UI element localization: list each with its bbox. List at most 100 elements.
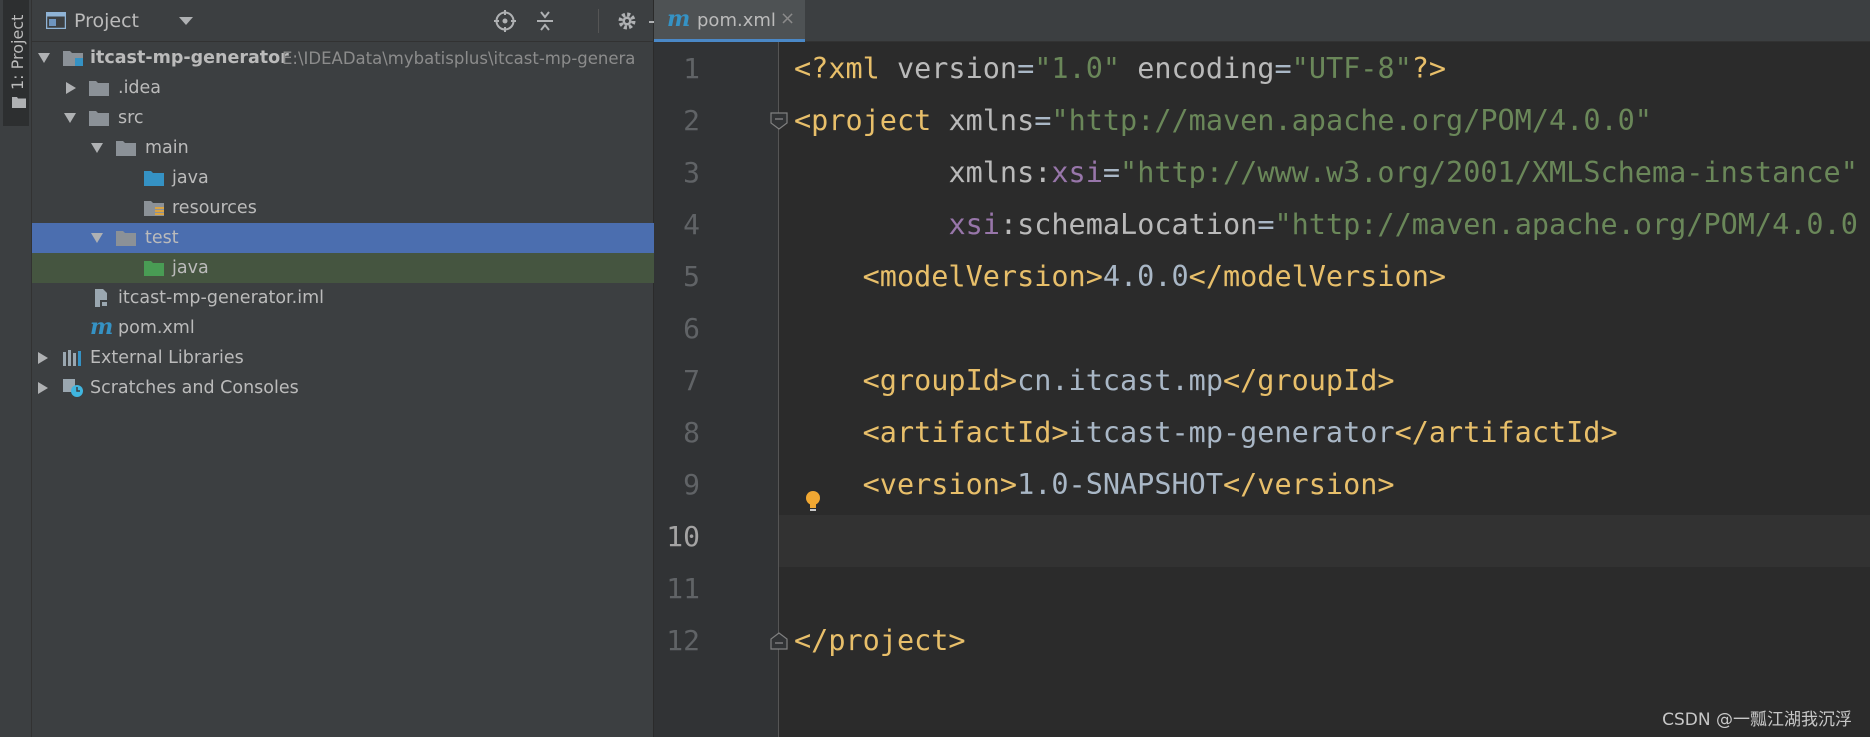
- tree-item-label: test: [145, 228, 179, 248]
- tree-item-label: itcast-mp-generator.iml: [118, 288, 324, 308]
- fold-marker-icon[interactable]: [770, 112, 788, 130]
- code-line[interactable]: <version>1.0-SNAPSHOT</version>: [794, 459, 1395, 511]
- tree-item-external-libraries[interactable]: External Libraries: [32, 343, 654, 373]
- code-line[interactable]: </project>: [794, 615, 966, 667]
- chevron-down-icon[interactable]: [91, 143, 103, 153]
- test-source-folder-icon: [144, 261, 164, 276]
- folder-icon: [12, 97, 26, 108]
- line-number: 2: [683, 104, 700, 137]
- line-number: 4: [683, 208, 700, 241]
- close-icon[interactable]: ×: [780, 8, 795, 30]
- source-folder-icon: [144, 171, 164, 186]
- chevron-down-icon[interactable]: [179, 17, 193, 25]
- code-line[interactable]: <modelVersion>4.0.0</modelVersion>: [794, 251, 1446, 303]
- code-line[interactable]: <artifactId>itcast-mp-generator</artifac…: [794, 407, 1618, 459]
- tree-item-label: resources: [172, 198, 257, 218]
- tree-item-src[interactable]: src: [32, 103, 654, 133]
- code-line[interactable]: <?xml version="1.0" encoding="UTF-8"?>: [794, 43, 1446, 95]
- line-number: 8: [683, 416, 700, 449]
- line-number: 1: [683, 52, 700, 85]
- tree-item-label: .idea: [118, 78, 162, 98]
- editor-area: m pom.xml × 1 2 3 4 5 6 7 8 9 10 11 12 <…: [654, 0, 1870, 737]
- gear-icon[interactable]: [615, 9, 639, 33]
- tree-item-scratches[interactable]: Scratches and Consoles: [32, 373, 654, 403]
- chevron-right-icon[interactable]: [66, 82, 76, 94]
- code-token: =: [1017, 52, 1035, 85]
- code-token: 4.0.0: [1102, 260, 1189, 293]
- caret-row-highlight: [779, 515, 1870, 567]
- tree-item-resources[interactable]: resources: [32, 193, 654, 223]
- tree-item-pom[interactable]: m pom.xml: [32, 313, 654, 343]
- maven-file-icon: m: [90, 314, 114, 340]
- code-token: version: [896, 52, 1018, 85]
- line-number: 9: [683, 468, 700, 501]
- line-number: 5: [683, 260, 700, 293]
- code-token: </groupId>: [1222, 364, 1395, 397]
- folder-icon: [116, 231, 136, 246]
- line-number-current: 10: [666, 520, 700, 553]
- code-token: xsi: [1051, 156, 1103, 189]
- watermark: CSDN @一瓢江湖我沉浮: [1662, 710, 1852, 730]
- code-token: <project: [794, 104, 949, 137]
- code-token: </modelVersion>: [1188, 260, 1447, 293]
- tree-item-project-root[interactable]: itcast-mp-generator E:\IDEAData\mybatisp…: [32, 43, 654, 73]
- project-window-icon: [46, 12, 66, 29]
- code-token: :schemaLocation: [999, 208, 1258, 241]
- code-token: "UTF-8": [1291, 52, 1412, 85]
- project-panel-header: Project: [32, 0, 665, 42]
- tree-item-iml[interactable]: itcast-mp-generator.iml: [32, 283, 654, 313]
- scratches-icon: [63, 379, 83, 397]
- line-number: 12: [666, 624, 700, 657]
- chevron-right-icon[interactable]: [38, 382, 48, 394]
- tab-pom-xml[interactable]: m pom.xml ×: [654, 0, 805, 42]
- code-token: "1.0": [1034, 52, 1121, 85]
- tree-item-label: Scratches and Consoles: [90, 378, 299, 398]
- code-line[interactable]: <project xmlns="http://maven.apache.org/…: [794, 95, 1652, 147]
- tree-item-test-java[interactable]: java: [32, 253, 654, 283]
- collapse-all-icon[interactable]: [533, 9, 557, 33]
- tree-item-label: java: [172, 168, 209, 188]
- chevron-down-icon[interactable]: [38, 53, 50, 63]
- code-token: =: [1102, 156, 1121, 189]
- editor-tab-bar: m pom.xml ×: [654, 0, 1870, 42]
- tree-item-label: pom.xml: [118, 318, 195, 338]
- code-token: <artifactId>: [862, 416, 1069, 449]
- tab-label: pom.xml: [697, 10, 776, 31]
- code-token: <modelVersion>: [862, 260, 1103, 293]
- code-line[interactable]: <groupId>cn.itcast.mp</groupId>: [794, 355, 1395, 407]
- code-token: "http://maven.apache.org/POM/4.0.0": [1051, 104, 1652, 137]
- tree-item-label: main: [145, 138, 189, 158]
- code-line[interactable]: xsi:schemaLocation="http://maven.apache.…: [794, 199, 1870, 251]
- locate-icon[interactable]: [493, 9, 517, 33]
- code-token: =: [1274, 52, 1292, 85]
- code-token: 1.0-SNAPSHOT: [1017, 468, 1223, 501]
- maven-file-icon: m: [667, 6, 691, 32]
- code-line[interactable]: xmlns:xsi="http://www.w3.org/2001/XMLSch…: [794, 147, 1857, 199]
- tree-item-test[interactable]: test: [32, 223, 654, 253]
- code-token: </version>: [1222, 468, 1395, 501]
- chevron-down-icon[interactable]: [91, 233, 103, 243]
- tree-item-main[interactable]: main: [32, 133, 654, 163]
- panel-title[interactable]: Project: [74, 9, 139, 33]
- project-tool-tab[interactable]: 1: Project: [3, 0, 29, 126]
- tree-item-main-java[interactable]: java: [32, 163, 654, 193]
- code-token: <?xml: [794, 52, 897, 85]
- fold-marker-icon[interactable]: [770, 632, 788, 650]
- tree-item-idea[interactable]: .idea: [32, 73, 654, 103]
- tree-item-label: External Libraries: [90, 348, 244, 368]
- chevron-right-icon[interactable]: [38, 352, 48, 364]
- code-token: =: [1034, 104, 1052, 137]
- code-token: cn.itcast.mp: [1017, 364, 1223, 397]
- tree-item-label: java: [172, 258, 209, 278]
- code-token: ?>: [1411, 52, 1447, 85]
- code-token: </project>: [794, 624, 966, 657]
- line-number: 7: [683, 364, 700, 397]
- line-number: 11: [666, 572, 700, 605]
- chevron-down-icon[interactable]: [64, 113, 76, 123]
- folder-icon: [89, 111, 109, 126]
